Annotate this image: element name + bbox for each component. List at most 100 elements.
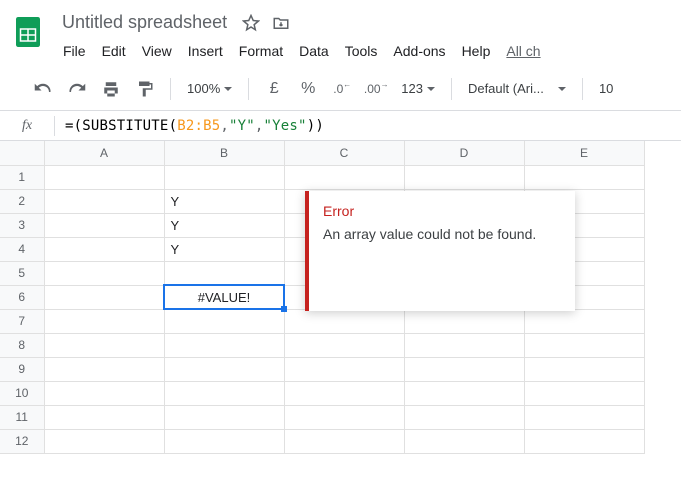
font-dropdown[interactable]: Default (Ari... bbox=[462, 75, 572, 103]
cell[interactable] bbox=[404, 381, 524, 405]
cell[interactable] bbox=[524, 405, 644, 429]
cell[interactable] bbox=[44, 189, 164, 213]
cell[interactable] bbox=[44, 381, 164, 405]
fill-handle[interactable] bbox=[281, 306, 287, 312]
cell[interactable] bbox=[524, 429, 644, 453]
row-header[interactable]: 8 bbox=[0, 333, 44, 357]
fx-label: fx bbox=[20, 118, 44, 134]
cell[interactable] bbox=[44, 165, 164, 189]
cell[interactable] bbox=[284, 309, 404, 333]
menu-tools[interactable]: Tools bbox=[338, 39, 385, 63]
cell[interactable] bbox=[164, 261, 284, 285]
menu-addons[interactable]: Add-ons bbox=[386, 39, 452, 63]
col-header-A[interactable]: A bbox=[44, 141, 164, 165]
formula-bar: fx =(SUBSTITUTE(B2:B5,"Y","Yes")) bbox=[0, 111, 681, 141]
row-header[interactable]: 10 bbox=[0, 381, 44, 405]
cell[interactable]: Y bbox=[164, 213, 284, 237]
col-header-E[interactable]: E bbox=[524, 141, 644, 165]
row-header[interactable]: 6 bbox=[0, 285, 44, 309]
redo-button[interactable] bbox=[62, 75, 92, 103]
cell[interactable] bbox=[524, 333, 644, 357]
chevron-down-icon bbox=[558, 87, 566, 91]
paint-format-button[interactable] bbox=[130, 75, 160, 103]
star-icon[interactable] bbox=[239, 11, 263, 35]
cell[interactable] bbox=[44, 429, 164, 453]
cell[interactable] bbox=[164, 357, 284, 381]
cell[interactable] bbox=[164, 309, 284, 333]
row-header[interactable]: 7 bbox=[0, 309, 44, 333]
cell[interactable] bbox=[284, 357, 404, 381]
cell[interactable]: Y bbox=[164, 189, 284, 213]
cell[interactable] bbox=[284, 333, 404, 357]
cell[interactable] bbox=[164, 405, 284, 429]
menu-insert[interactable]: Insert bbox=[181, 39, 230, 63]
row-header[interactable]: 9 bbox=[0, 357, 44, 381]
increase-decimal-button[interactable]: .00→ bbox=[361, 75, 391, 103]
cell[interactable] bbox=[524, 165, 644, 189]
cell[interactable] bbox=[44, 213, 164, 237]
percent-button[interactable]: % bbox=[293, 75, 323, 103]
undo-button[interactable] bbox=[28, 75, 58, 103]
cell[interactable] bbox=[44, 237, 164, 261]
cell[interactable]: Y bbox=[164, 237, 284, 261]
cell[interactable] bbox=[404, 357, 524, 381]
cell[interactable] bbox=[44, 261, 164, 285]
sheets-logo[interactable] bbox=[8, 8, 48, 56]
cell[interactable] bbox=[284, 381, 404, 405]
error-title: Error bbox=[323, 203, 561, 219]
cell[interactable] bbox=[524, 357, 644, 381]
menu-data[interactable]: Data bbox=[292, 39, 336, 63]
menu-help[interactable]: Help bbox=[455, 39, 498, 63]
cell-selected[interactable]: #VALUE! bbox=[164, 285, 284, 309]
row-header[interactable]: 12 bbox=[0, 429, 44, 453]
menu-truncated[interactable]: All ch bbox=[499, 39, 547, 63]
cell[interactable] bbox=[284, 429, 404, 453]
cell[interactable] bbox=[404, 333, 524, 357]
font-size-dropdown[interactable]: 10 bbox=[593, 75, 619, 103]
cell[interactable] bbox=[404, 309, 524, 333]
cell[interactable] bbox=[404, 429, 524, 453]
cell[interactable] bbox=[524, 309, 644, 333]
formula-input[interactable]: =(SUBSTITUTE(B2:B5,"Y","Yes")) bbox=[65, 118, 324, 134]
menu-edit[interactable]: Edit bbox=[95, 39, 133, 63]
cell[interactable] bbox=[284, 165, 404, 189]
cell[interactable] bbox=[164, 165, 284, 189]
cell[interactable] bbox=[44, 285, 164, 309]
cell[interactable] bbox=[404, 405, 524, 429]
print-button[interactable] bbox=[96, 75, 126, 103]
col-header-B[interactable]: B bbox=[164, 141, 284, 165]
doc-title[interactable]: Untitled spreadsheet bbox=[56, 10, 233, 35]
more-formats-dropdown[interactable]: 123 bbox=[395, 75, 441, 103]
menu-file[interactable]: File bbox=[56, 39, 93, 63]
row-header[interactable]: 3 bbox=[0, 213, 44, 237]
row-header[interactable]: 1 bbox=[0, 165, 44, 189]
zoom-dropdown[interactable]: 100% bbox=[181, 75, 238, 103]
menubar: File Edit View Insert Format Data Tools … bbox=[56, 35, 681, 67]
chevron-down-icon bbox=[427, 87, 435, 91]
move-icon[interactable] bbox=[269, 11, 293, 35]
col-header-D[interactable]: D bbox=[404, 141, 524, 165]
decrease-decimal-button[interactable]: .0← bbox=[327, 75, 357, 103]
cell[interactable] bbox=[164, 429, 284, 453]
toolbar: 100% £ % .0← .00→ 123 Default (Ari... 10 bbox=[0, 67, 681, 111]
menu-view[interactable]: View bbox=[135, 39, 179, 63]
row-header[interactable]: 2 bbox=[0, 189, 44, 213]
currency-button[interactable]: £ bbox=[259, 75, 289, 103]
row-header[interactable]: 4 bbox=[0, 237, 44, 261]
cell[interactable] bbox=[44, 333, 164, 357]
row-header[interactable]: 5 bbox=[0, 261, 44, 285]
cell[interactable] bbox=[524, 381, 644, 405]
cell[interactable] bbox=[44, 357, 164, 381]
menu-format[interactable]: Format bbox=[232, 39, 290, 63]
cell[interactable] bbox=[164, 333, 284, 357]
cell[interactable] bbox=[284, 405, 404, 429]
select-all-corner[interactable] bbox=[0, 141, 44, 165]
cell[interactable] bbox=[44, 405, 164, 429]
cell[interactable] bbox=[404, 165, 524, 189]
row-header[interactable]: 11 bbox=[0, 405, 44, 429]
sheets-icon bbox=[10, 14, 46, 50]
col-header-C[interactable]: C bbox=[284, 141, 404, 165]
cell[interactable] bbox=[44, 309, 164, 333]
chevron-down-icon bbox=[224, 87, 232, 91]
cell[interactable] bbox=[164, 381, 284, 405]
